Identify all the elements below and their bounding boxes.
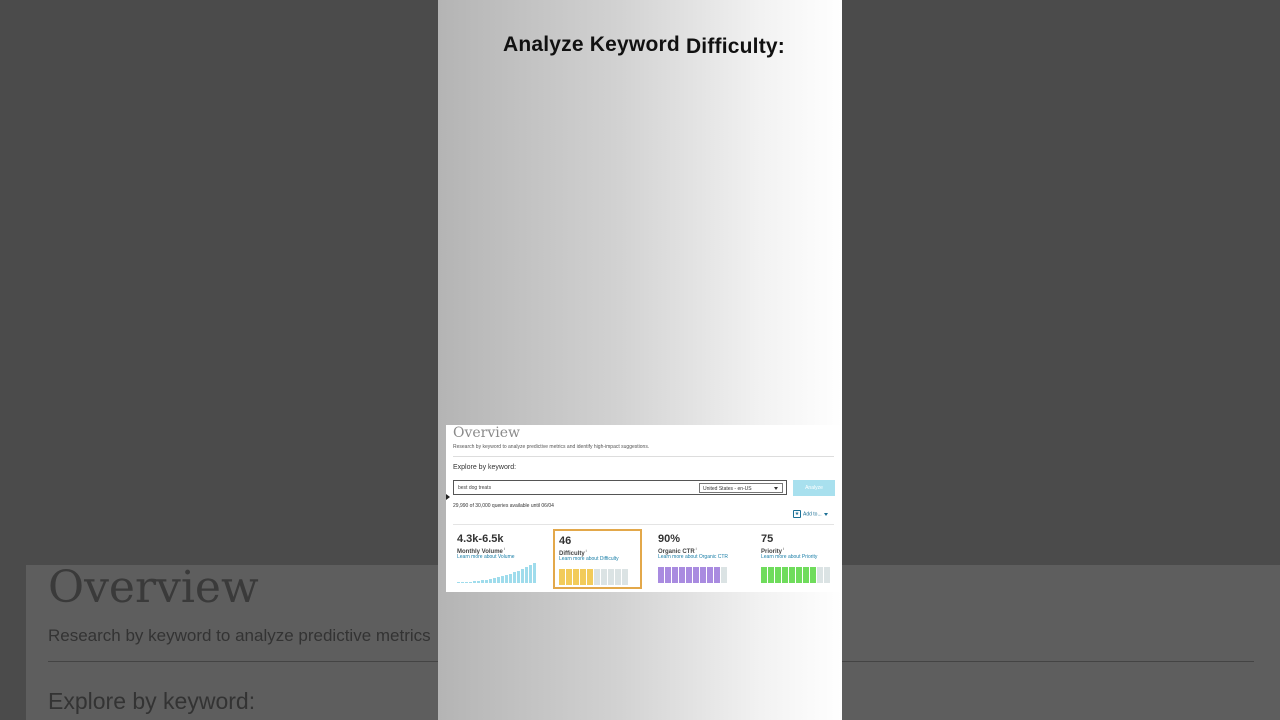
volume-trend-bar [521,569,524,583]
learn-more-link[interactable]: Learn more about Volume [457,554,515,560]
background-explore-label: Explore by keyword: [48,688,256,714]
background-title: Overview [48,562,259,613]
volume-trend-bar [505,575,508,583]
volume-trend-bar [477,581,480,583]
learn-more-link[interactable]: Learn more about Organic CTR [658,554,728,560]
difficulty-bar [559,569,628,585]
priority-bar [761,567,830,583]
bar-segment [679,567,685,583]
volume-trend-bar [529,565,532,583]
volume-trend-bar [533,563,536,583]
bar-segment [768,567,774,583]
volume-trend-bar [497,577,500,583]
video-panel: Analyze Keyword Difficulty: Overview Res… [438,0,842,720]
bar-segment [594,569,600,585]
volume-trend-bar [517,571,520,583]
bar-segment [817,567,823,583]
volume-trend-bar [501,576,504,583]
overview-card: Overview Research by keyword to analyze … [446,425,842,592]
bar-segment [608,569,614,585]
volume-trend-bar [513,572,516,583]
bar-segment [803,567,809,583]
locale-select[interactable]: United States - en-US [699,483,783,493]
bar-segment [789,567,795,583]
volume-trend-bar [461,582,464,583]
volume-trend-bar [473,581,476,583]
metric-value: 46 [559,535,572,547]
volume-trend-bar [469,582,472,583]
volume-trend-bar [509,574,512,583]
search-value: best dog treats [458,485,492,491]
chevron-down-icon [823,512,828,516]
bar-segment [658,567,664,583]
headline-part-1: Analyze Keyword [503,33,680,56]
bar-segment [693,567,699,583]
bar-segment [573,569,579,585]
volume-trend-bar [481,580,484,583]
bar-segment [580,569,586,585]
bar-segment [721,567,727,583]
bar-segment [775,567,781,583]
metric-priority: 75 Priorityi Learn more about Priority [757,529,842,589]
add-to-label: Add to... [803,511,822,518]
metric-value: 4.3k-6.5k [457,533,504,545]
organic-ctr-bar [658,567,727,583]
bar-segment [700,567,706,583]
locale-value: United States - en-US [703,486,752,492]
volume-trend-bar [489,579,492,583]
volume-trend-bar [493,578,496,583]
metric-value: 75 [761,533,774,545]
bar-segment [810,567,816,583]
bar-segment [601,569,607,585]
bar-segment [714,567,720,583]
metric-value: 90% [658,533,681,545]
bar-segment [665,567,671,583]
volume-trend-chart [457,563,537,583]
learn-more-link[interactable]: Learn more about Priority [761,554,817,560]
bar-segment [707,567,713,583]
bar-segment [796,567,802,583]
info-icon: i [503,546,506,551]
info-icon: i [783,546,785,551]
page-title: Overview [453,425,521,441]
info-icon: i [695,546,697,551]
metric-organic-ctr: 90% Organic CTRi Learn more about Organi… [654,529,743,589]
bar-segment [824,567,830,583]
bar-segment [782,567,788,583]
background-description: Research by keyword to analyze predictiv… [48,626,431,645]
queries-remaining: 29,990 of 30,000 queries available until… [453,503,554,509]
metric-difficulty: 46 Difficultyi Learn more about Difficul… [553,529,642,589]
keyword-search-input[interactable]: best dog treats United States - en-US [453,480,787,495]
star-icon: ★ [793,510,801,518]
analyze-button[interactable]: Analyze [793,480,835,496]
play-icon [446,494,450,500]
metric-monthly-volume: 4.3k-6.5k Monthly Volumei Learn more abo… [453,529,542,589]
chevron-down-icon [774,487,778,490]
bar-segment [566,569,572,585]
volume-trend-bar [485,580,488,583]
bar-segment [761,567,767,583]
bar-segment [559,569,565,585]
headline: Analyze Keyword Difficulty: [503,33,785,58]
page-description: Research by keyword to analyze predictiv… [453,444,650,450]
bar-segment [672,567,678,583]
volume-trend-bar [457,582,460,583]
info-icon: i [585,548,587,553]
headline-part-2: Difficulty: [685,35,785,58]
volume-trend-bar [465,582,468,583]
bar-segment [615,569,621,585]
add-to-button[interactable]: ★ Add to... [793,510,828,518]
explore-label: Explore by keyword: [453,464,517,471]
divider [453,524,834,525]
volume-trend-bar [525,567,528,583]
learn-more-link[interactable]: Learn more about Difficulty [559,556,619,562]
bar-segment [622,569,628,585]
bar-segment [587,569,593,585]
divider [453,456,834,457]
bar-segment [686,567,692,583]
